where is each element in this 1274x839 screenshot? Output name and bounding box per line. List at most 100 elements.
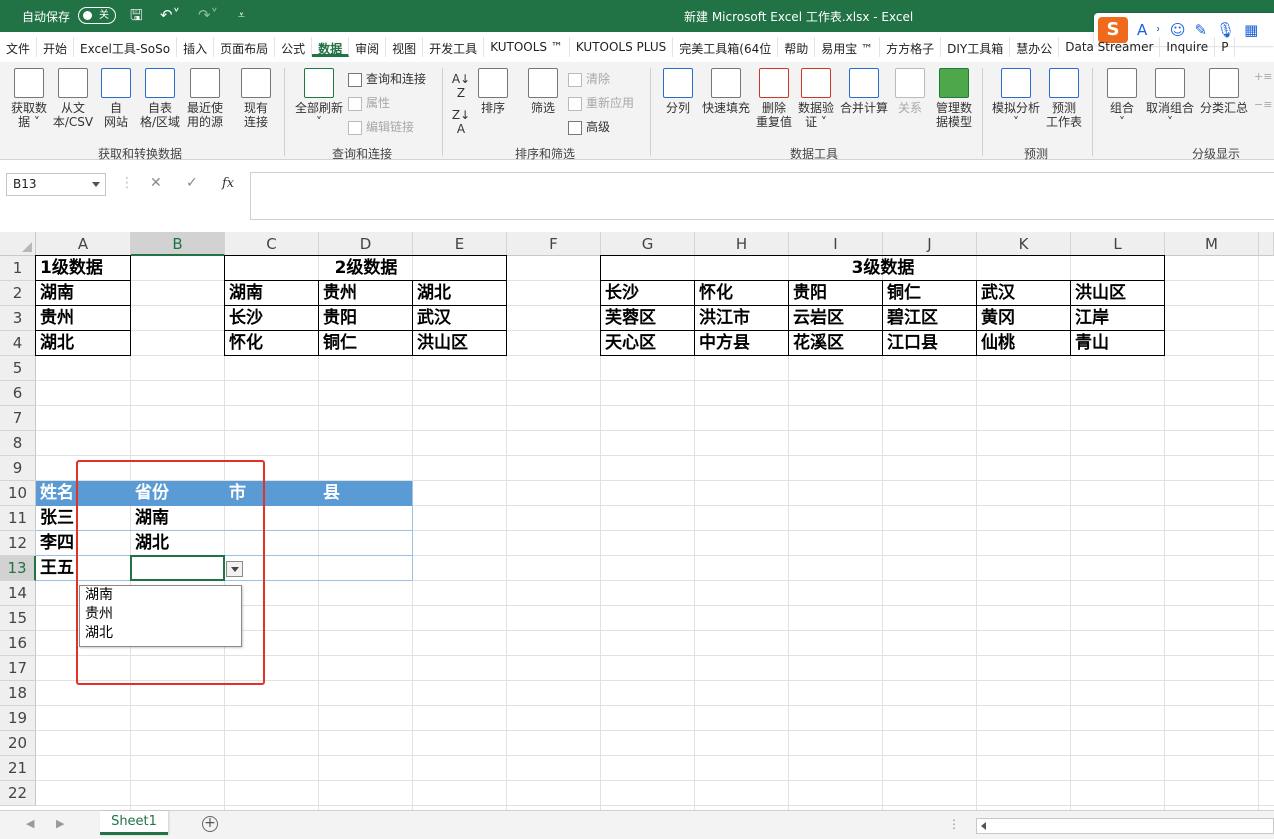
- remove-duplicates-button[interactable]: 删除 重复值: [754, 68, 794, 129]
- row-header-8[interactable]: 8: [0, 431, 36, 456]
- column-header-k[interactable]: K: [977, 232, 1071, 256]
- get-data-button[interactable]: 获取数 据 ˅: [6, 68, 52, 129]
- formula-input[interactable]: [250, 172, 1274, 220]
- column-header-h[interactable]: H: [695, 232, 789, 256]
- row-header-19[interactable]: 19: [0, 706, 36, 731]
- enter-icon[interactable]: ✓: [186, 175, 198, 191]
- row-header-22[interactable]: 22: [0, 781, 36, 806]
- tab-yiyongbao[interactable]: 易用宝 ™: [815, 37, 881, 57]
- show-detail-icon[interactable]: +≡ −≡: [1254, 70, 1272, 112]
- cell-h4[interactable]: 中方县: [695, 331, 789, 356]
- refresh-all-button[interactable]: 全部刷新 ˅: [292, 68, 346, 129]
- prev-sheet-icon[interactable]: ◀: [26, 817, 34, 830]
- cell-l2[interactable]: 洪山区: [1071, 281, 1165, 306]
- group-button[interactable]: 组合 ˅: [1104, 68, 1140, 129]
- sort-az-icon[interactable]: A↓ Z: [450, 72, 472, 100]
- forecast-sheet-button[interactable]: 预测 工作表: [1044, 68, 1084, 129]
- cell-c1[interactable]: 2级数据: [225, 256, 507, 281]
- column-header-d[interactable]: D: [319, 232, 413, 256]
- table-header-a10[interactable]: 姓名: [36, 481, 74, 505]
- row-header-9[interactable]: 9: [0, 456, 36, 481]
- row-header-15[interactable]: 15: [0, 606, 36, 631]
- row-header-3[interactable]: 3: [0, 306, 36, 331]
- cell-i4[interactable]: 花溪区: [789, 331, 883, 356]
- ungroup-button[interactable]: 取消组合 ˅: [1142, 68, 1198, 129]
- cell-c3[interactable]: 长沙: [225, 306, 319, 331]
- tab-perfect-toolbox[interactable]: 完美工具箱(64位: [673, 37, 779, 57]
- cell-a4[interactable]: 湖北: [36, 331, 131, 356]
- tab-review[interactable]: 审阅: [349, 37, 387, 57]
- row-header-7[interactable]: 7: [0, 406, 36, 431]
- row-header-18[interactable]: 18: [0, 681, 36, 706]
- dropdown-option[interactable]: 贵州: [80, 605, 241, 624]
- row-header-5[interactable]: 5: [0, 356, 36, 381]
- cell-b12[interactable]: 湖北: [131, 531, 225, 556]
- select-all-button[interactable]: [0, 232, 36, 256]
- cell-k3[interactable]: 黄冈: [977, 306, 1071, 331]
- cell-c2[interactable]: 湖南: [225, 281, 319, 306]
- from-web-button[interactable]: 自 网站: [96, 68, 136, 129]
- tab-file[interactable]: 文件: [0, 37, 38, 57]
- column-header-c[interactable]: C: [225, 232, 319, 256]
- tab-formulas[interactable]: 公式: [275, 37, 313, 57]
- validation-dropdown-list[interactable]: 湖南 贵州 湖北: [79, 585, 242, 647]
- cell-a11[interactable]: 张三: [36, 506, 131, 531]
- properties-button[interactable]: 属性: [348, 96, 390, 111]
- cell-i2[interactable]: 贵阳: [789, 281, 883, 306]
- column-header-l[interactable]: L: [1071, 232, 1165, 256]
- add-sheet-icon[interactable]: +: [202, 816, 218, 832]
- column-header-g[interactable]: G: [601, 232, 695, 256]
- cell-d2[interactable]: 贵州: [319, 281, 413, 306]
- cell-k4[interactable]: 仙桃: [977, 331, 1071, 356]
- cell-a2[interactable]: 湖南: [36, 281, 131, 306]
- tab-home[interactable]: 开始: [37, 37, 75, 57]
- cell-a1[interactable]: 1级数据: [36, 256, 131, 281]
- sheet-tab-sheet1[interactable]: Sheet1: [100, 811, 168, 835]
- cell-d4[interactable]: 铜仁: [319, 331, 413, 356]
- dropdown-arrow-icon[interactable]: [226, 561, 243, 577]
- tab-kutools-plus[interactable]: KUTOOLS PLUS: [570, 37, 674, 57]
- cell-l3[interactable]: 江岸: [1071, 306, 1165, 331]
- from-table-button[interactable]: 自表 格/区域: [136, 68, 184, 129]
- tab-more[interactable]: P: [1215, 37, 1236, 57]
- clear-button[interactable]: 清除: [568, 72, 610, 87]
- cell-a3[interactable]: 贵州: [36, 306, 131, 331]
- autosave-toggle[interactable]: 关: [78, 7, 116, 24]
- horizontal-scrollbar[interactable]: [976, 818, 1274, 834]
- tab-data-streamer[interactable]: Data Streamer: [1059, 37, 1161, 57]
- tab-excel-tools-soso[interactable]: Excel工具-SoSo: [74, 37, 178, 57]
- flash-fill-button[interactable]: 快速填充: [700, 68, 752, 115]
- row-header-11[interactable]: 11: [0, 506, 36, 531]
- cell-g1[interactable]: 3级数据: [601, 256, 1165, 281]
- cell-a12[interactable]: 李四: [36, 531, 131, 556]
- tab-inquire[interactable]: Inquire: [1160, 37, 1216, 57]
- tab-view[interactable]: 视图: [386, 37, 424, 57]
- tab-data[interactable]: 数据: [312, 37, 350, 57]
- from-text-csv-button[interactable]: 从文 本/CSV: [50, 68, 96, 129]
- name-box[interactable]: B13: [6, 173, 106, 196]
- cell-k2[interactable]: 武汉: [977, 281, 1071, 306]
- row-header-2[interactable]: 2: [0, 281, 36, 306]
- table-header-c10[interactable]: 市: [225, 481, 246, 505]
- redo-icon[interactable]: ↷˅: [198, 6, 218, 24]
- cell-h3[interactable]: 洪江市: [695, 306, 789, 331]
- tab-kutools[interactable]: KUTOOLS ™: [484, 37, 570, 57]
- tab-fangfang[interactable]: 方方格子: [880, 37, 942, 57]
- advanced-filter-button[interactable]: 高级: [568, 120, 610, 135]
- active-cell-b13[interactable]: [130, 555, 225, 581]
- row-header-4[interactable]: 4: [0, 331, 36, 356]
- relationships-button[interactable]: 关系: [892, 68, 928, 115]
- cell-a13[interactable]: 王五: [36, 556, 131, 581]
- manage-data-model-button[interactable]: 管理数 据模型: [932, 68, 976, 129]
- cell-e2[interactable]: 湖北: [413, 281, 507, 306]
- filter-button[interactable]: 筛选: [526, 68, 560, 115]
- tab-insert[interactable]: 插入: [177, 37, 215, 57]
- row-header-17[interactable]: 17: [0, 656, 36, 681]
- column-header-b[interactable]: B: [131, 232, 225, 256]
- row-header-13[interactable]: 13: [0, 556, 36, 581]
- subtotal-button[interactable]: 分类汇总: [1198, 68, 1250, 115]
- column-header-e[interactable]: E: [413, 232, 507, 256]
- table-header-d10[interactable]: 县: [319, 481, 340, 505]
- cell-b11[interactable]: 湖南: [131, 506, 225, 531]
- row-header-12[interactable]: 12: [0, 531, 36, 556]
